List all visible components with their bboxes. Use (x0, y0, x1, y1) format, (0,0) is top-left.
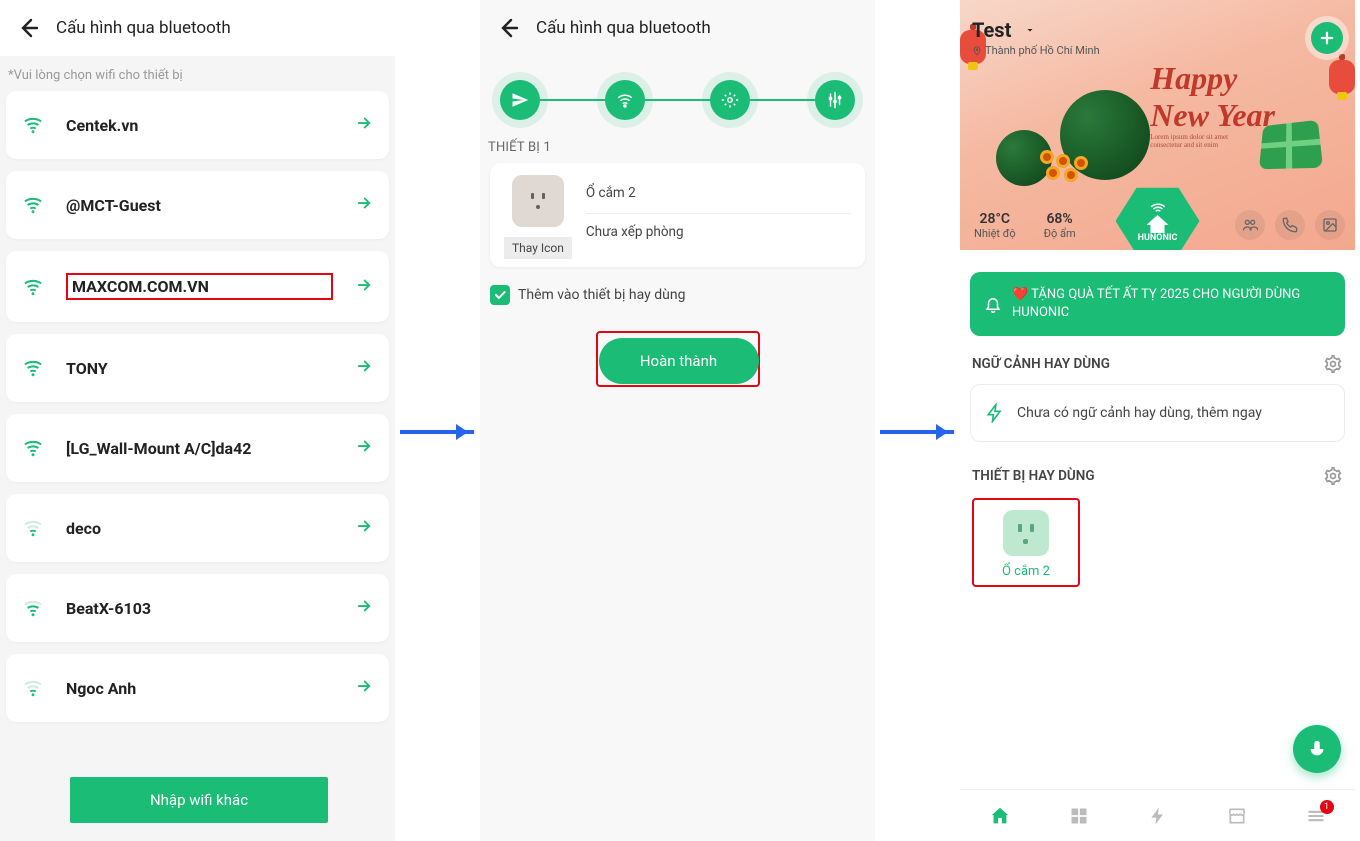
greeting-text: Happy New Year Lorem ipsum dolor sit ame… (1150, 60, 1275, 149)
wifi-signal-icon (22, 679, 44, 697)
device-card: Thay Icon Ổ cắm 2 Chưa xếp phòng (490, 163, 865, 267)
nav-grid-icon[interactable] (1067, 804, 1091, 828)
device-section-label: THIẾT BỊ 1 (480, 134, 875, 163)
empty-scene-card[interactable]: Chưa có ngữ cảnh hay dùng, thêm ngay (970, 384, 1345, 442)
step-send-icon (500, 80, 540, 120)
wifi-signal-icon (22, 359, 44, 377)
wifi-item[interactable]: BeatX-6103 (6, 574, 389, 642)
call-icon[interactable] (1275, 210, 1305, 240)
weather-stats: 28°C Nhiệt độ 68% Độ ẩm (974, 211, 1076, 240)
device-name-field[interactable]: Ổ cắm 2 (586, 175, 851, 214)
chevron-right-icon (355, 436, 373, 460)
flow-arrow (880, 430, 954, 434)
page-title: Cấu hình qua bluetooth (56, 18, 231, 38)
voice-fab[interactable] (1293, 725, 1341, 773)
wifi-name-label: [LG_Wall-Mount A/C]da42 (66, 439, 333, 458)
flow-arrow (400, 430, 474, 434)
nav-home-icon[interactable] (988, 804, 1012, 828)
step-done-icon (815, 80, 855, 120)
temperature-stat: 28°C Nhiệt độ (974, 211, 1016, 240)
wifi-name-label: MAXCOM.COM.VN (66, 273, 333, 300)
nav-menu-icon[interactable]: 1 (1304, 804, 1328, 828)
chevron-right-icon (355, 275, 373, 299)
socket-icon (512, 175, 564, 227)
header-bar: Cấu hình qua bluetooth (0, 0, 395, 56)
device-section-title: THIẾT BỊ HAY DÙNG (972, 468, 1095, 484)
gear-icon[interactable] (1323, 354, 1343, 374)
wifi-item[interactable]: MAXCOM.COM.VN (6, 251, 389, 322)
wifi-item[interactable]: Centek.vn (6, 91, 389, 159)
banner-text: ❤️ TẶNG QUÀ TẾT ẤT TỴ 2025 CHO NGƯỜI DÙN… (1012, 286, 1331, 322)
checkbox-label: Thêm vào thiết bị hay dùng (518, 287, 685, 303)
change-icon-button[interactable]: Thay Icon (504, 237, 572, 259)
flower-decor (1040, 150, 1088, 190)
home-name-dropdown[interactable]: Test (972, 18, 1100, 42)
back-icon[interactable] (496, 16, 520, 40)
nav-badge: 1 (1320, 800, 1334, 814)
progress-stepper (480, 56, 875, 134)
chevron-right-icon (355, 113, 373, 137)
chevron-right-icon (355, 676, 373, 700)
page-title: Cấu hình qua bluetooth (536, 18, 711, 38)
socket-icon (1003, 510, 1049, 556)
wifi-signal-icon (22, 278, 44, 296)
chevron-right-icon (355, 516, 373, 540)
done-button[interactable]: Hoàn thành (599, 338, 759, 384)
location-label: Thành phố Hồ Chí Minh (972, 44, 1100, 57)
bottom-nav: 1 (960, 789, 1355, 841)
bolt-icon (985, 403, 1005, 423)
nav-store-icon[interactable] (1225, 804, 1249, 828)
image-icon[interactable] (1315, 210, 1345, 240)
empty-scene-text: Chưa có ngữ cảnh hay dùng, thêm ngay (1017, 405, 1262, 421)
gear-icon[interactable] (1323, 466, 1343, 486)
hint-text: *Vui lòng chọn wifi cho thiết bị (0, 56, 395, 91)
wifi-item[interactable]: Ngoc Anh (6, 654, 389, 722)
device-tile-highlight[interactable]: Ổ cắm 2 (972, 498, 1080, 587)
dashboard-hero: Test Thành phố Hồ Chí Minh Happy New Yea… (960, 0, 1355, 250)
step-wifi-icon (605, 80, 645, 120)
other-wifi-button[interactable]: Nhập wifi khác (70, 777, 328, 823)
scene-section-title: NGỮ CẢNH HAY DÙNG (972, 356, 1110, 372)
wifi-item[interactable]: TONY (6, 334, 389, 402)
wifi-name-label: deco (66, 519, 333, 538)
nav-automation-icon[interactable] (1146, 804, 1170, 828)
device-tile-label: Ổ cắm 2 (980, 564, 1072, 579)
wifi-list: Centek.vn @MCT-Guest MAXCOM.COM.VN TONY … (0, 91, 395, 722)
wifi-config-screen: Cấu hình qua bluetooth *Vui lòng chọn wi… (0, 0, 395, 841)
chevron-right-icon (355, 596, 373, 620)
step-settings-icon (710, 80, 750, 120)
wifi-name-label: TONY (66, 359, 333, 378)
done-button-highlight: Hoàn thành (596, 331, 760, 387)
wifi-signal-icon (22, 519, 44, 537)
wifi-name-label: BeatX-6103 (66, 599, 333, 618)
device-setup-screen: Cấu hình qua bluetooth THIẾT BỊ 1 Thay I… (480, 0, 875, 841)
wifi-name-label: Ngoc Anh (66, 679, 333, 698)
wifi-signal-icon (22, 196, 44, 214)
chevron-right-icon (355, 356, 373, 380)
home-dashboard-screen: Test Thành phố Hồ Chí Minh Happy New Yea… (960, 0, 1355, 841)
promo-banner[interactable]: ❤️ TẶNG QUÀ TẾT ẤT TỴ 2025 CHO NGƯỜI DÙN… (970, 272, 1345, 336)
wifi-item[interactable]: @MCT-Guest (6, 171, 389, 239)
checkbox-checked-icon[interactable] (490, 285, 510, 305)
humidity-stat: 68% Độ ẩm (1044, 211, 1076, 240)
back-icon[interactable] (16, 16, 40, 40)
wifi-name-label: @MCT-Guest (66, 196, 333, 215)
wifi-item[interactable]: [LG_Wall-Mount A/C]da42 (6, 414, 389, 482)
bell-icon (984, 295, 1002, 313)
add-button[interactable] (1311, 22, 1343, 54)
favorite-checkbox-row[interactable]: Thêm vào thiết bị hay dùng (480, 267, 875, 323)
wifi-name-label: Centek.vn (66, 116, 333, 135)
chevron-right-icon (355, 193, 373, 217)
wifi-signal-icon (22, 439, 44, 457)
wifi-item[interactable]: deco (6, 494, 389, 562)
wifi-signal-icon (22, 116, 44, 134)
header-bar: Cấu hình qua bluetooth (480, 0, 875, 56)
brand-logo: HUNONIC (1116, 184, 1200, 250)
wifi-signal-icon (22, 599, 44, 617)
members-icon[interactable] (1235, 210, 1265, 240)
device-room-field[interactable]: Chưa xếp phòng (586, 214, 851, 252)
lantern-decor (1329, 60, 1355, 94)
